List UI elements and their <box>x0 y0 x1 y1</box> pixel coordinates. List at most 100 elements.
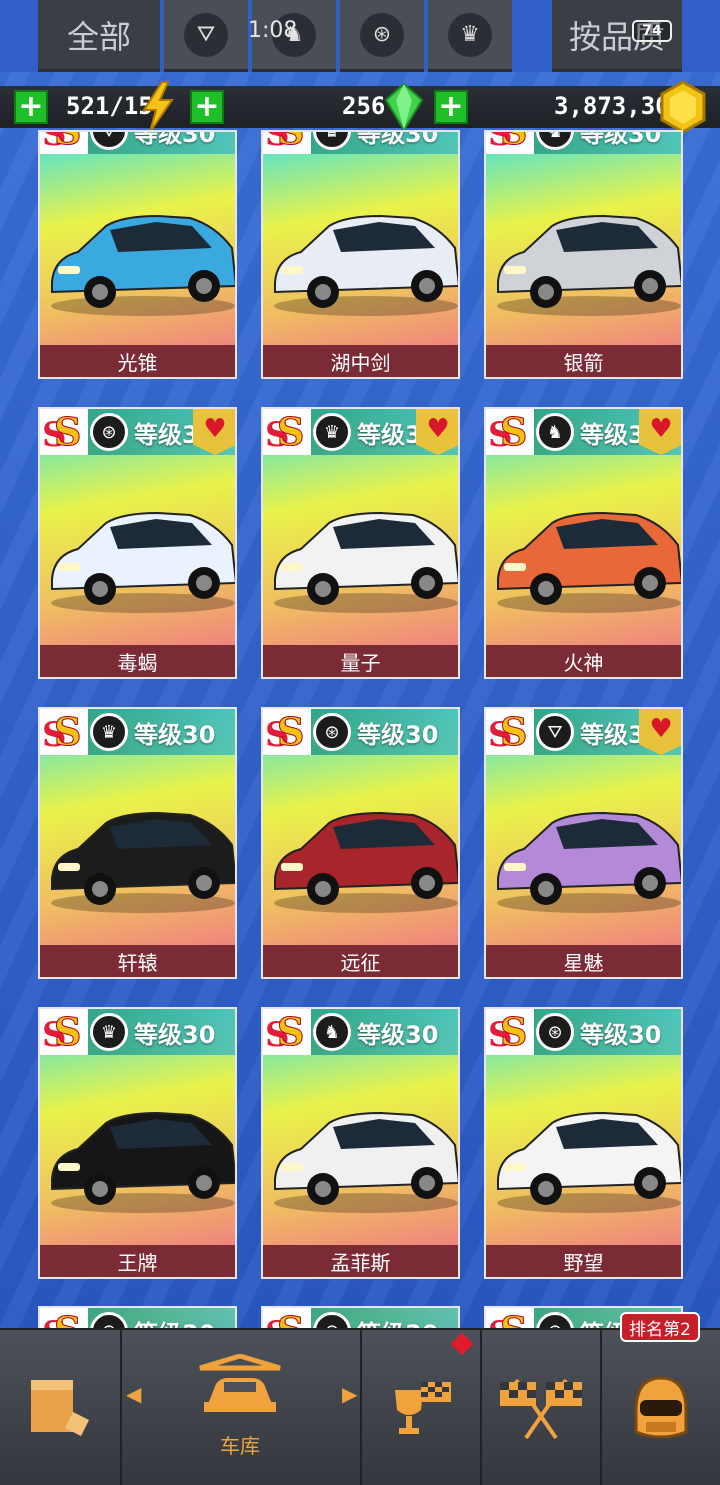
rarity-ss-badge: SS <box>40 409 88 455</box>
card-header: SS ♞ 等级30 <box>263 1009 458 1055</box>
car-image <box>497 1111 681 1213</box>
card-header: SS ♛ 等级30 <box>263 132 458 154</box>
card-header: SS ⛛ 等级30 <box>40 130 235 154</box>
add-coins-button[interactable]: + <box>434 90 468 124</box>
gem-icon <box>384 82 424 132</box>
horse-icon: ♞ <box>313 1013 351 1051</box>
nav-race[interactable] <box>482 1328 600 1485</box>
car-card[interactable]: SS ♞ 等级30 银箭 <box>484 130 683 379</box>
nav-garage-label: 车库 <box>220 1434 260 1458</box>
car-card[interactable]: SS ♞ 等级3 ♥ 火神 <box>484 407 683 679</box>
car-image <box>274 811 458 913</box>
tab-wheel-class[interactable]: ⊛ <box>340 0 424 72</box>
car-level: 等级3 <box>580 721 645 749</box>
battery-indicator: 74 <box>632 20 672 42</box>
tab-crown-class[interactable]: ♛ <box>428 0 512 72</box>
car-name: 光锥 <box>40 345 235 377</box>
nav-right-arrow-icon[interactable]: ▶ <box>342 1382 357 1406</box>
rarity-ss-badge: SS <box>486 132 534 154</box>
nav-shop[interactable] <box>0 1328 120 1485</box>
crown-icon: ♛ <box>448 12 492 57</box>
rarity-ss-badge: SS <box>486 409 534 455</box>
lightning-icon <box>142 81 174 133</box>
add-energy-button[interactable]: + <box>14 90 48 124</box>
car-card[interactable]: SS ♛ 等级30 湖中剑 <box>261 130 460 379</box>
trophy-flag-icon <box>395 1381 451 1434</box>
car-level: 等级30 <box>134 130 216 148</box>
status-time: 1:08 <box>248 18 298 43</box>
wheel-icon: ⊛ <box>536 1013 574 1051</box>
car-name: 野望 <box>486 1245 681 1277</box>
gems-value: 256 <box>342 92 386 120</box>
garage-car-icon <box>199 1354 281 1412</box>
car-name: 星魅 <box>486 945 681 977</box>
add-gems-button[interactable]: + <box>190 90 224 124</box>
rank-badge: 排名第2 <box>620 1312 700 1342</box>
wheel-icon: ⊛ <box>313 713 351 751</box>
crown-icon: ♛ <box>313 413 351 451</box>
card-header: SS ♛ 等级30 <box>40 1009 235 1055</box>
car-name: 量子 <box>263 645 458 677</box>
car-image <box>51 811 235 913</box>
car-level: 等级3 <box>580 421 645 449</box>
road-icon: ⛛ <box>184 12 228 57</box>
filter-bar: 全部 ⛛ ♞ ⊛ ♛ 按品质 1:08 74 <box>0 0 720 72</box>
car-name: 轩辕 <box>40 945 235 977</box>
car-name: 银箭 <box>486 345 681 377</box>
rarity-ss-badge: SS <box>486 709 534 755</box>
car-card[interactable]: SS ⊛ 等级3 ♥ 毒蝎 <box>38 407 237 679</box>
rarity-ss-badge: SS <box>263 409 311 455</box>
tab-all[interactable]: 全部 <box>38 0 160 72</box>
car-card[interactable]: SS ⊛ 等级30 远征 <box>261 707 460 979</box>
rarity-ss-badge: SS <box>486 1009 534 1055</box>
car-level: 等级3 <box>134 421 199 449</box>
wheel-icon: ⊛ <box>90 413 128 451</box>
car-image <box>497 811 681 913</box>
nav-divider <box>120 1328 122 1485</box>
crown-icon: ♛ <box>90 713 128 751</box>
horse-icon: ♞ <box>536 132 574 150</box>
car-name: 毒蝎 <box>40 645 235 677</box>
car-card[interactable]: SS ♛ 等级30 轩辕 <box>38 707 237 979</box>
car-card[interactable]: SS ⛛ 等级30 光锥 <box>38 130 237 379</box>
nav-profile[interactable] <box>602 1328 720 1485</box>
rarity-ss-badge: SS <box>40 709 88 755</box>
car-image <box>51 214 235 316</box>
apex-icon: ⛛ <box>90 132 128 150</box>
car-level: 等级30 <box>357 721 439 749</box>
car-card[interactable]: SS ♞ 等级30 孟菲斯 <box>261 1007 460 1279</box>
coin-icon <box>660 80 706 134</box>
tab-road-class[interactable]: ⛛ <box>164 0 248 72</box>
car-card[interactable]: SS ♛ 等级3 ♥ 量子 <box>261 407 460 679</box>
card-header: SS ♛ 等级30 <box>40 709 235 755</box>
car-image <box>274 511 458 613</box>
card-header: SS ⊛ 等级30 <box>486 1009 681 1055</box>
car-level: 等级30 <box>580 130 662 148</box>
crown-icon: ♛ <box>90 1013 128 1051</box>
rarity-ss-badge: SS <box>40 132 88 154</box>
rarity-ss-badge: SS <box>40 1009 88 1055</box>
rarity-ss-badge: SS <box>263 1009 311 1055</box>
car-image <box>51 1111 235 1213</box>
car-image <box>51 511 235 613</box>
box-icon <box>31 1379 89 1436</box>
car-image <box>274 1111 458 1213</box>
car-image <box>497 214 681 316</box>
car-name: 孟菲斯 <box>263 1245 458 1277</box>
checkered-flags-icon <box>500 1378 582 1439</box>
car-level: 等级30 <box>134 1021 216 1049</box>
wheel-icon: ⊛ <box>360 12 404 57</box>
tab-all-label: 全部 <box>66 17 131 56</box>
horse-icon: ♞ <box>536 413 574 451</box>
card-header: SS ♞ 等级30 <box>486 130 681 154</box>
nav-garage[interactable]: 车库 <box>140 1328 340 1485</box>
car-card[interactable]: SS ⊛ 等级30 野望 <box>484 1007 683 1279</box>
car-card[interactable]: SS ♛ 等级30 王牌 <box>38 1007 237 1279</box>
car-level: 等级30 <box>134 721 216 749</box>
rarity-ss-badge: SS <box>263 132 311 154</box>
car-image <box>497 511 681 613</box>
car-name: 王牌 <box>40 1245 235 1277</box>
car-card[interactable]: SS ⛛ 等级3 ♥ 星魅 <box>484 707 683 979</box>
road-icon: ⛛ <box>536 713 574 751</box>
car-level: 等级30 <box>580 1021 662 1049</box>
